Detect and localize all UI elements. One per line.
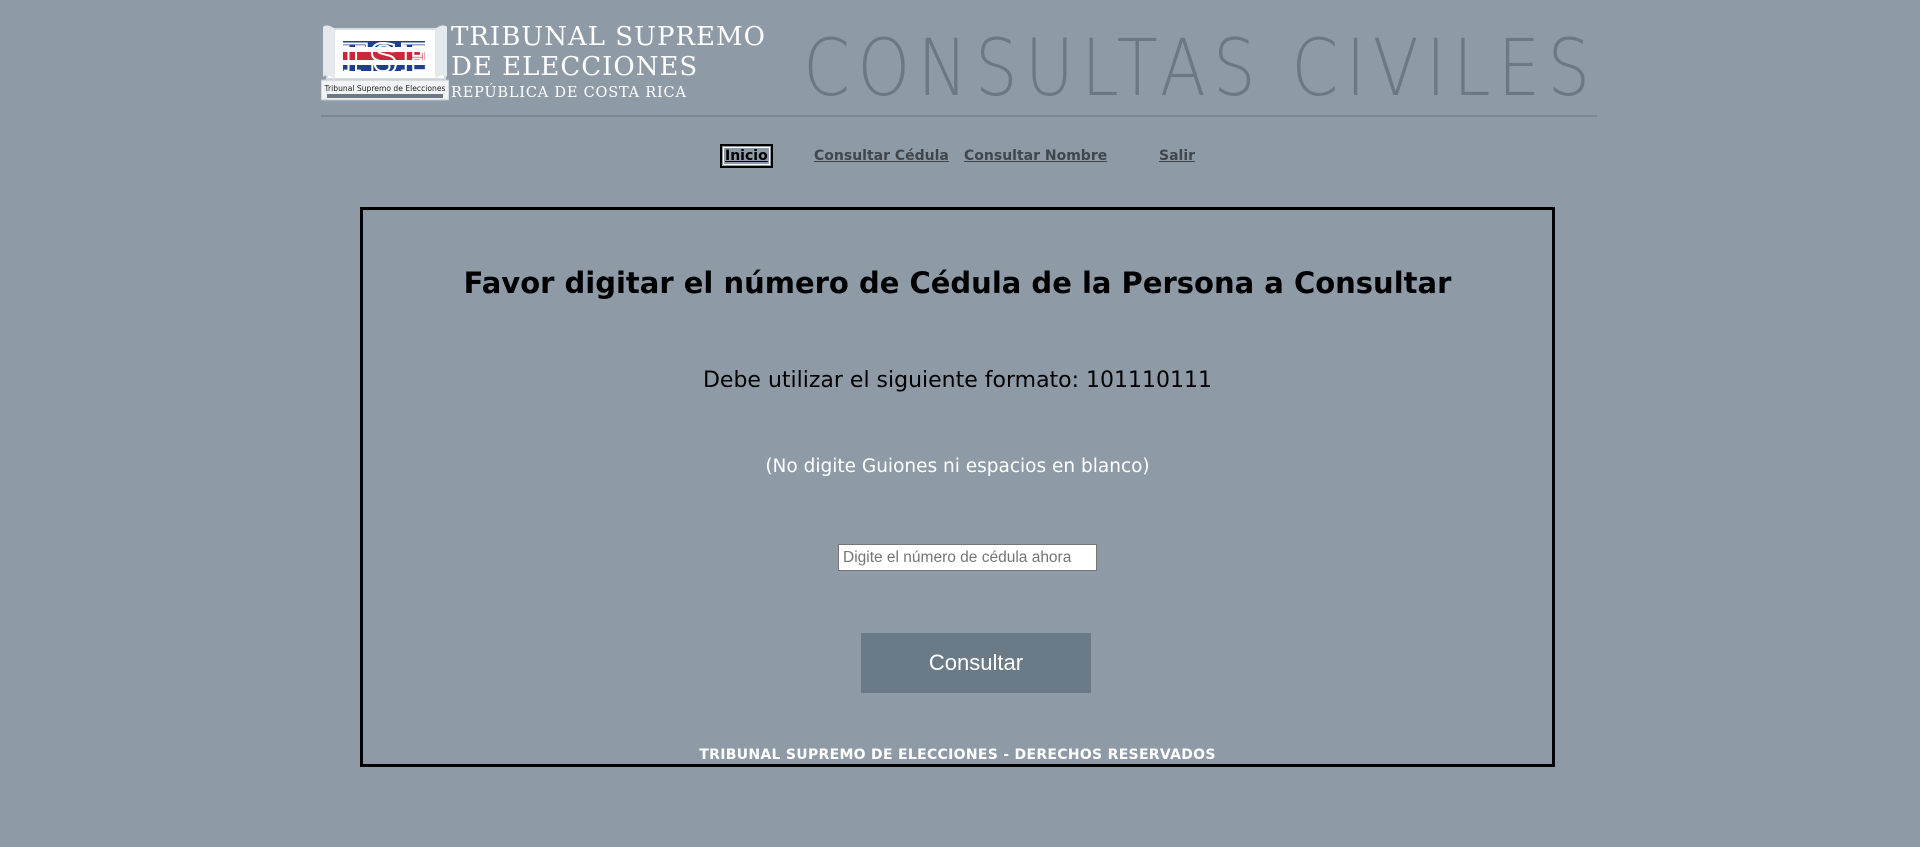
site-title: CONSULTAS CIVILES	[802, 24, 1597, 114]
header: TSE Tribunal Supremo de Elecciones TRIBU…	[321, 18, 1597, 117]
format-note: (No digite Guiones ni espacios en blanco…	[765, 456, 1150, 477]
format-instruction: Debe utilizar el siguiente formato: 1011…	[702, 368, 1213, 393]
consulta-panel: Favor digitar el número de Cédula de la …	[360, 207, 1555, 767]
cedula-input[interactable]	[838, 544, 1097, 571]
nav-link-consultar-cedula[interactable]: Consultar Cédula	[814, 148, 949, 164]
logo-badge: TSE	[337, 36, 432, 83]
tse-logo: TSE Tribunal Supremo de Elecciones	[321, 25, 449, 101]
logo-text: TRIBUNAL SUPREMO DE ELECCIONES REPÚBLICA…	[449, 24, 766, 101]
nav-link-consultar-nombre[interactable]: Consultar Nombre	[964, 148, 1107, 164]
nav-link-inicio[interactable]: Inicio	[720, 144, 773, 168]
consultar-button[interactable]: Consultar	[861, 633, 1091, 693]
nav-link-salir[interactable]: Salir	[1159, 148, 1195, 164]
panel-title: Favor digitar el número de Cédula de la …	[463, 266, 1452, 300]
logo-ribbon: Tribunal Supremo de Elecciones	[324, 84, 446, 93]
footer-text: TRIBUNAL SUPREMO DE ELECCIONES - DERECHO…	[699, 747, 1216, 763]
main-nav: Inicio Consultar Cédula Consultar Nombre…	[0, 144, 1920, 168]
page: TSE Tribunal Supremo de Elecciones TRIBU…	[0, 0, 1920, 847]
logo-line-2: DE ELECCIONES	[451, 52, 699, 82]
logo-line-3: REPÚBLICA DE COSTA RICA	[451, 85, 687, 101]
logo-line-1: TRIBUNAL SUPREMO	[451, 22, 766, 52]
